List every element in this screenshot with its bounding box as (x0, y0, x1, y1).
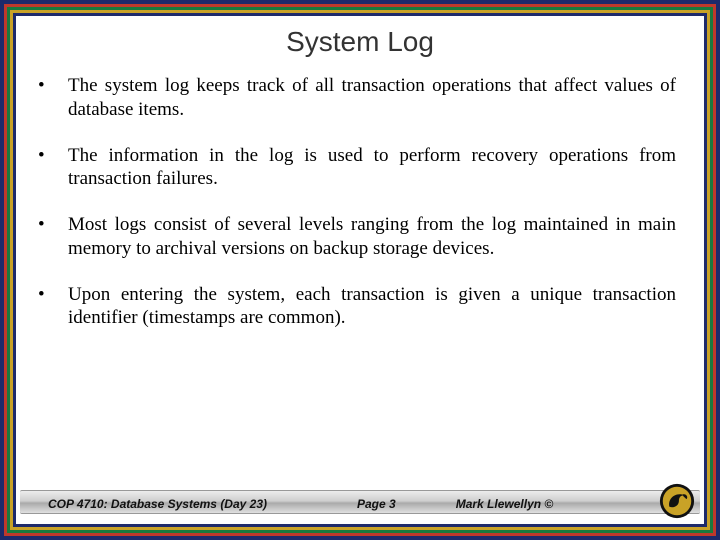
bullet-item: • Most logs consist of several levels ra… (34, 213, 676, 261)
bullet-marker: • (34, 283, 68, 331)
footer-text: COP 4710: Database Systems (Day 23) Page… (26, 497, 694, 511)
ucf-pegasus-logo-icon (658, 482, 696, 520)
border-green: System Log • The system log keeps track … (7, 7, 713, 533)
border-gold: System Log • The system log keeps track … (10, 10, 710, 530)
slide-content: System Log • The system log keeps track … (16, 16, 704, 524)
bullet-marker: • (34, 213, 68, 261)
slide-outer-frame: System Log • The system log keeps track … (0, 0, 720, 540)
bullet-item: • Upon entering the system, each transac… (34, 283, 676, 331)
bullet-item: • The system log keeps track of all tran… (34, 74, 676, 122)
slide-title: System Log (16, 26, 704, 58)
border-red: System Log • The system log keeps track … (4, 4, 716, 536)
slide-body: • The system log keeps track of all tran… (16, 74, 704, 484)
bullet-marker: • (34, 144, 68, 192)
footer-course: COP 4710: Database Systems (Day 23) (48, 497, 267, 511)
bullet-text: The information in the log is used to pe… (68, 144, 676, 192)
footer-author: Mark Llewellyn © (456, 497, 554, 511)
bullet-text: The system log keeps track of all transa… (68, 74, 676, 122)
bullet-text: Most logs consist of several levels rang… (68, 213, 676, 261)
bullet-text: Upon entering the system, each transacti… (68, 283, 676, 331)
bullet-marker: • (34, 74, 68, 122)
footer-page: Page 3 (357, 497, 396, 511)
border-inner-navy: System Log • The system log keeps track … (13, 13, 707, 527)
bullet-item: • The information in the log is used to … (34, 144, 676, 192)
slide-footer: COP 4710: Database Systems (Day 23) Page… (16, 484, 704, 524)
